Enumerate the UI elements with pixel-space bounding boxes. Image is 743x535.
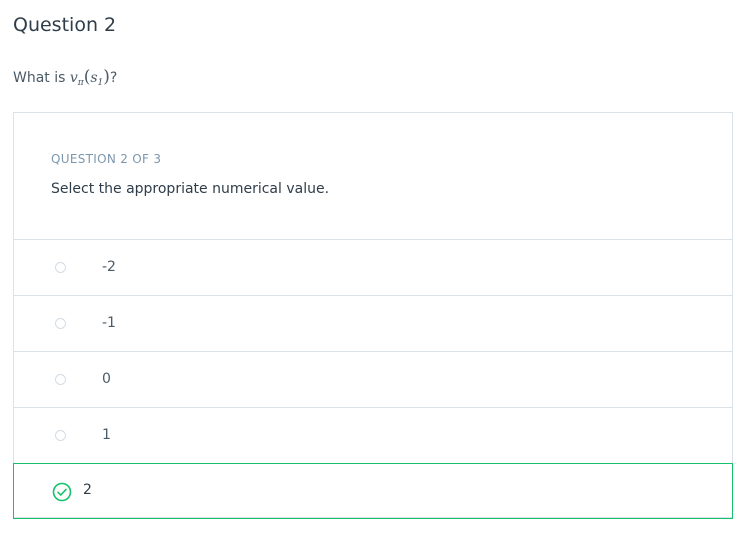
prompt-suffix: ? [109,70,118,86]
quiz-instruction: Select the appropriate numerical value. [51,181,330,197]
check-circle-icon [52,482,72,502]
option-label: -1 [102,315,116,331]
answer-option[interactable]: 1 [14,407,732,463]
answer-option-selected[interactable]: 2 [13,463,733,519]
math-close-paren: ) [103,67,110,87]
radio-empty-icon[interactable] [55,430,66,441]
quiz-card: QUESTION 2 OF 3 Select the appropriate n… [13,112,733,519]
option-label: 2 [83,482,92,498]
question-counter: QUESTION 2 OF 3 [51,152,162,166]
question-prompt: What is vπ(s1)? [13,67,117,88]
question-heading: Question 2 [13,14,117,36]
option-label: -2 [102,259,116,275]
option-label: 0 [102,371,111,387]
answer-option[interactable]: 0 [14,351,732,407]
answer-option[interactable]: -2 [14,239,732,295]
prompt-prefix: What is [13,70,70,86]
answer-option[interactable]: -1 [14,295,732,351]
math-v: v [69,70,78,86]
option-label: 1 [102,427,111,443]
radio-empty-icon[interactable] [55,262,66,273]
math-s: s [90,70,98,86]
radio-empty-icon[interactable] [55,374,66,385]
prompt-math: vπ(s1) [69,67,110,88]
radio-empty-icon[interactable] [55,318,66,329]
